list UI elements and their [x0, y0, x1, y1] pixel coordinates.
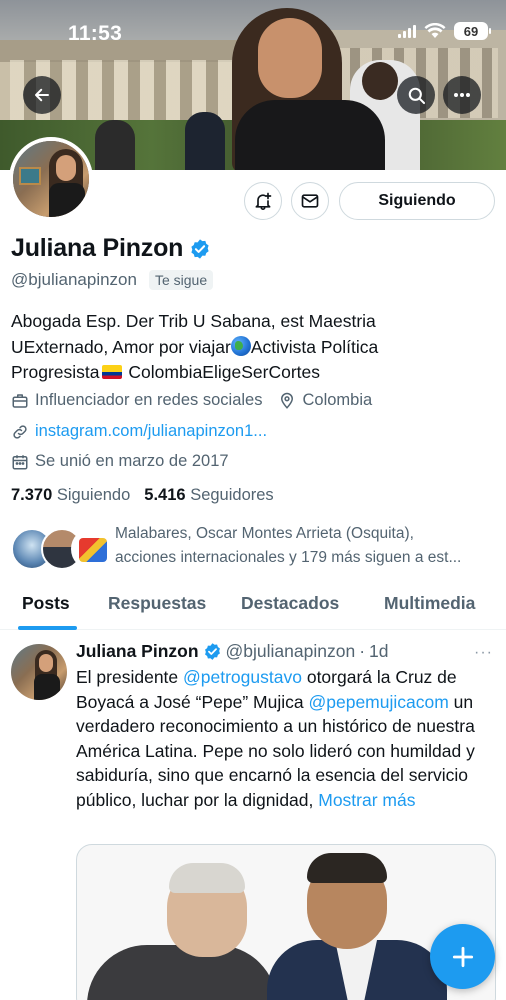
- mention-link[interactable]: @pepemujicacom: [308, 692, 448, 712]
- tweet-media-image[interactable]: [76, 844, 496, 1000]
- signal-icon: [398, 24, 416, 38]
- back-button[interactable]: [23, 76, 61, 114]
- briefcase-icon: [12, 393, 28, 408]
- tweet-author-name[interactable]: Juliana Pinzon: [76, 641, 199, 662]
- following-button[interactable]: Siguiendo: [339, 182, 495, 220]
- tweet-author-avatar[interactable]: [11, 644, 67, 700]
- globe-emoji-icon: [230, 335, 251, 356]
- envelope-icon: [301, 194, 319, 208]
- profile-handle: @bjulianapinzon: [11, 270, 137, 289]
- follower-avatar: [71, 528, 113, 570]
- arrow-left-icon: [35, 88, 49, 102]
- colombia-flag-icon: [101, 365, 122, 379]
- tweet-timestamp[interactable]: 1d: [369, 641, 388, 662]
- profile-name-row: Juliana Pinzon: [11, 234, 211, 263]
- profile-category: Influenciador en redes sociales: [35, 391, 263, 409]
- bio-line: Progresista ColombiaEligeSerCortes: [11, 362, 320, 382]
- tweet-separator: ·: [359, 641, 366, 661]
- search-icon: [408, 87, 425, 104]
- battery-indicator: 69: [454, 22, 491, 40]
- following-count-link[interactable]: 7.370 Siguiendo: [11, 486, 130, 505]
- tab-replies[interactable]: Respuestas: [108, 593, 206, 614]
- followers-count-link[interactable]: 5.416 Seguidores: [144, 486, 273, 505]
- calendar-icon: [12, 454, 28, 469]
- link-icon: [13, 424, 27, 439]
- show-more-link[interactable]: Mostrar más: [318, 790, 415, 810]
- verified-badge-icon: [204, 643, 220, 660]
- tweet-more-button[interactable]: ···: [474, 644, 493, 662]
- mention-link[interactable]: @petrogustavo: [183, 667, 302, 687]
- plus-icon: [452, 946, 473, 967]
- verified-badge-icon[interactable]: [189, 238, 211, 260]
- profile-joined-date: Se unió en marzo de 2017: [35, 452, 229, 470]
- followers-you-know-text: Malabares, Oscar Montes Arrieta (Osquita…: [115, 525, 462, 566]
- more-horizontal-icon: [454, 93, 470, 97]
- profile-tabs: Posts Respuestas Destacados Multimedia: [0, 583, 506, 630]
- bio-line: UExternado, Amor por viajar Activista Pol…: [11, 335, 379, 357]
- active-tab-indicator: [18, 626, 77, 630]
- handle-row: @bjulianapinzon Te sigue: [11, 270, 214, 290]
- bio-line: Abogada Esp. Der Trib U Sabana, est Maes…: [11, 311, 376, 331]
- search-button[interactable]: [397, 76, 435, 114]
- followers-you-know[interactable]: Malabares, Oscar Montes Arrieta (Osquita…: [11, 522, 501, 576]
- tweet-header: Juliana Pinzon @bjulianapinzon · 1d: [76, 641, 389, 662]
- display-name: Juliana Pinzon: [11, 234, 184, 262]
- profile-meta-category-location: Influenciador en redes sociales Colombia: [11, 391, 372, 410]
- tab-media[interactable]: Multimedia: [384, 593, 475, 614]
- wifi-icon: [424, 23, 446, 38]
- follows-you-badge: Te sigue: [148, 270, 214, 290]
- compose-post-button[interactable]: [430, 924, 495, 989]
- profile-website-link[interactable]: instagram.com/julianapinzon1...: [35, 422, 267, 441]
- bell-plus-icon: [255, 192, 272, 210]
- profile-website-row[interactable]: instagram.com/julianapinzon1...: [11, 422, 267, 441]
- status-icons: 69: [398, 22, 491, 40]
- tweet-text[interactable]: El presidente @petrogustavo otorgará la …: [76, 665, 500, 812]
- message-button[interactable]: [291, 182, 329, 220]
- location-pin-icon: [281, 392, 294, 409]
- status-time: 11:53: [68, 22, 123, 45]
- notifications-button[interactable]: [244, 182, 282, 220]
- profile-joined-row: Se unió en marzo de 2017: [11, 452, 229, 471]
- tweet-author-handle[interactable]: @bjulianapinzon: [226, 641, 356, 662]
- profile-avatar[interactable]: [9, 137, 93, 221]
- follow-counts: 7.370 Siguiendo 5.416 Seguidores: [11, 486, 274, 505]
- more-options-button[interactable]: [443, 76, 481, 114]
- followers-count: 5.416: [144, 486, 186, 504]
- following-count: 7.370: [11, 486, 53, 504]
- following-label: Siguiendo: [56, 486, 131, 504]
- followers-label: Seguidores: [190, 486, 274, 504]
- profile-bio: Abogada Esp. Der Trib U Sabana, est Maes…: [11, 309, 497, 386]
- tab-posts[interactable]: Posts: [22, 593, 70, 614]
- profile-location: Colombia: [302, 391, 373, 409]
- tab-highlights[interactable]: Destacados: [241, 593, 339, 614]
